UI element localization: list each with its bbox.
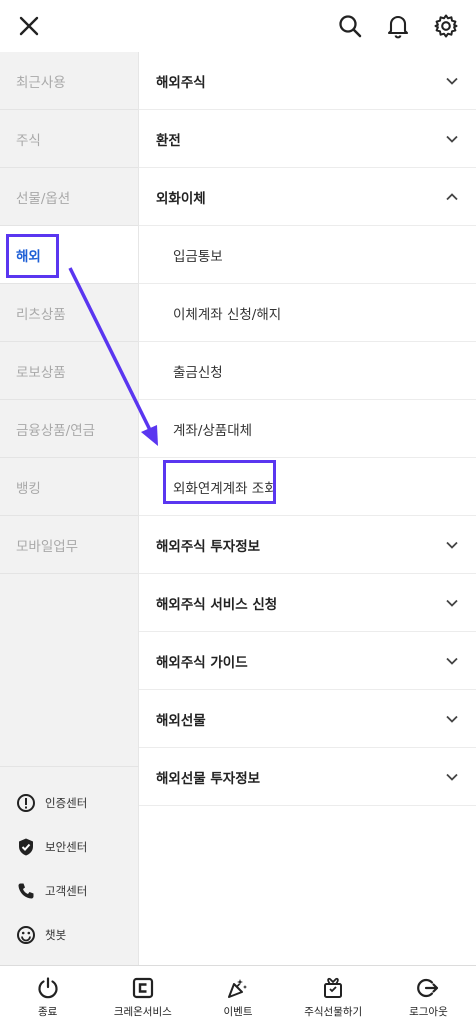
menu-section-fx-transfer[interactable]: 외화이체 bbox=[139, 168, 476, 226]
auth-center-link[interactable]: 인증센터 bbox=[0, 781, 139, 825]
menu-section-overseas-futures-info[interactable]: 해외선물 투자정보 bbox=[139, 748, 476, 806]
auth-center-label: 인증센터 bbox=[45, 796, 88, 810]
security-center-link[interactable]: 보안센터 bbox=[0, 825, 139, 869]
highlight-box-fx-linked-account bbox=[163, 460, 276, 504]
menu-section-label: 해외선물 투자정보 bbox=[156, 770, 261, 787]
nav-logout-label: 로그아웃 bbox=[409, 1006, 448, 1018]
shield-check-icon bbox=[16, 837, 36, 857]
menu-section-label: 해외주식 투자정보 bbox=[156, 538, 261, 555]
nav-event-label: 이벤트 bbox=[223, 1006, 253, 1018]
smiley-icon bbox=[16, 925, 36, 945]
submenu-transfer-account-apply[interactable]: 이체계좌 신청/해지 bbox=[139, 284, 476, 342]
menu-section-label: 해외주식 가이드 bbox=[156, 654, 248, 671]
chevron-down-icon bbox=[445, 538, 459, 552]
nav-logout[interactable]: 로그아웃 bbox=[381, 966, 476, 1024]
creon-logo-icon bbox=[130, 975, 156, 1001]
customer-center-label: 고객센터 bbox=[45, 884, 88, 898]
highlight-box-overseas bbox=[6, 234, 59, 278]
chevron-up-icon bbox=[445, 190, 459, 204]
submenu-withdrawal-request[interactable]: 출금신청 bbox=[139, 342, 476, 400]
menu-section-label: 해외선물 bbox=[156, 712, 206, 729]
sidebar-item-financial-pension[interactable]: 금융상품/연금 bbox=[0, 400, 138, 458]
nav-stock-gift[interactable]: 주식선물하기 bbox=[286, 966, 381, 1024]
bottom-nav: 종료 크레온서비스 이벤트 주식선물하기 로그아웃 bbox=[0, 965, 476, 1024]
chevron-down-icon bbox=[445, 596, 459, 610]
sidebar-item-recent[interactable]: 최근사용 bbox=[0, 52, 138, 110]
menu-section-label: 해외주식 bbox=[156, 74, 206, 91]
sidebar-item-stocks[interactable]: 주식 bbox=[0, 110, 138, 168]
sidebar: 최근사용 주식 선물/옵션 해외 리츠상품 로보상품 금융상품/연금 뱅킹 모바… bbox=[0, 52, 139, 965]
menu-section-label: 환전 bbox=[156, 132, 181, 149]
menu-section-overseas-stocks[interactable]: 해외주식 bbox=[139, 52, 476, 110]
sidebar-utilities: 인증센터 보안센터 고객센터 챗봇 bbox=[0, 766, 139, 957]
menu-section-label: 외화이체 bbox=[156, 190, 206, 207]
sidebar-item-reits[interactable]: 리츠상품 bbox=[0, 284, 138, 342]
info-icon bbox=[16, 793, 36, 813]
menu-panel: 해외주식 환전 외화이체 입금통보 이체계좌 신청/해지 출금신청 계좌/상품대… bbox=[139, 52, 476, 965]
logout-icon bbox=[415, 975, 441, 1001]
chatbot-label: 챗봇 bbox=[45, 928, 67, 942]
party-popper-icon bbox=[225, 975, 251, 1001]
menu-section-overseas-futures[interactable]: 해외선물 bbox=[139, 690, 476, 748]
sidebar-item-futures-options[interactable]: 선물/옵션 bbox=[0, 168, 138, 226]
menu-section-label: 해외주식 서비스 신청 bbox=[156, 596, 278, 613]
chevron-down-icon bbox=[445, 712, 459, 726]
menu-section-overseas-stock-guide[interactable]: 해외주식 가이드 bbox=[139, 632, 476, 690]
chatbot-link[interactable]: 챗봇 bbox=[0, 913, 139, 957]
nav-creon-service[interactable]: 크레온서비스 bbox=[95, 966, 190, 1024]
customer-center-link[interactable]: 고객센터 bbox=[0, 869, 139, 913]
chevron-down-icon bbox=[445, 74, 459, 88]
nav-exit[interactable]: 종료 bbox=[0, 966, 95, 1024]
sidebar-item-robo[interactable]: 로보상품 bbox=[0, 342, 138, 400]
top-bar bbox=[0, 0, 476, 52]
submenu-account-product-transfer[interactable]: 계좌/상품대체 bbox=[139, 400, 476, 458]
phone-icon bbox=[16, 881, 36, 901]
power-icon bbox=[35, 975, 61, 1001]
menu-section-overseas-stock-info[interactable]: 해외주식 투자정보 bbox=[139, 516, 476, 574]
menu-section-overseas-stock-service[interactable]: 해외주식 서비스 신청 bbox=[139, 574, 476, 632]
close-icon[interactable] bbox=[14, 11, 44, 41]
search-icon[interactable] bbox=[335, 11, 365, 41]
sidebar-item-banking[interactable]: 뱅킹 bbox=[0, 458, 138, 516]
chevron-down-icon bbox=[445, 654, 459, 668]
gear-icon[interactable] bbox=[431, 11, 461, 41]
chevron-down-icon bbox=[445, 132, 459, 146]
nav-stock-gift-label: 주식선물하기 bbox=[304, 1006, 363, 1018]
menu-section-exchange[interactable]: 환전 bbox=[139, 110, 476, 168]
chevron-down-icon bbox=[445, 770, 459, 784]
bell-icon[interactable] bbox=[383, 11, 413, 41]
gift-box-icon bbox=[320, 975, 346, 1001]
nav-exit-label: 종료 bbox=[37, 1006, 58, 1018]
submenu-deposit-notice[interactable]: 입금통보 bbox=[139, 226, 476, 284]
nav-creon-service-label: 크레온서비스 bbox=[113, 1006, 172, 1018]
nav-event[interactable]: 이벤트 bbox=[190, 966, 285, 1024]
security-center-label: 보안센터 bbox=[45, 840, 88, 854]
sidebar-item-mobile-work[interactable]: 모바일업무 bbox=[0, 516, 138, 574]
